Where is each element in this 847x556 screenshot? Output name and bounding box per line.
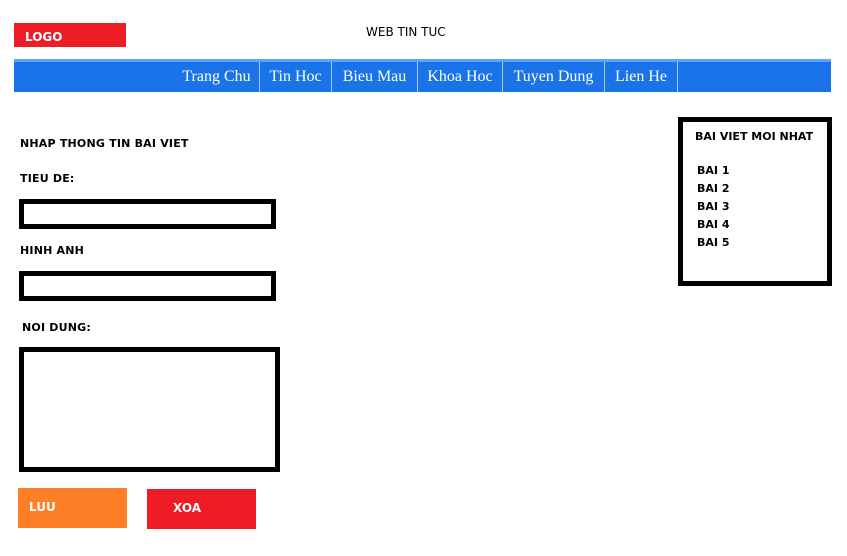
latest-posts-title: BAI VIET MOI NHAT bbox=[695, 130, 814, 143]
nav-item-khoa-hoc[interactable]: Khoa Hoc bbox=[418, 62, 503, 92]
content-textarea[interactable] bbox=[19, 347, 280, 472]
latest-posts-panel: BAI VIET MOI NHAT BAI 1 BAI 2 BAI 3 BAI … bbox=[678, 117, 832, 286]
latest-post-item[interactable]: BAI 5 bbox=[697, 234, 729, 252]
content-label: NOI DUNG: bbox=[22, 321, 91, 334]
save-button[interactable]: LUU bbox=[18, 488, 127, 528]
nav-item-lien-he[interactable]: Lien He bbox=[605, 62, 678, 92]
latest-post-item[interactable]: BAI 4 bbox=[697, 216, 729, 234]
nav-item-tin-hoc[interactable]: Tin Hoc bbox=[260, 62, 332, 92]
latest-post-item[interactable]: BAI 2 bbox=[697, 180, 729, 198]
logo[interactable]: LOGO bbox=[14, 23, 126, 47]
title-label: TIEU DE: bbox=[20, 172, 75, 185]
delete-button[interactable]: XOA bbox=[147, 489, 256, 529]
nav-item-bieu-mau[interactable]: Bieu Mau bbox=[332, 62, 418, 92]
latest-post-item[interactable]: BAI 1 bbox=[697, 162, 729, 180]
main-navigation: Trang Chu Tin Hoc Bieu Mau Khoa Hoc Tuye… bbox=[14, 59, 831, 92]
title-input[interactable] bbox=[19, 199, 276, 229]
latest-post-item[interactable]: BAI 3 bbox=[697, 198, 729, 216]
nav-item-trang-chu[interactable]: Trang Chu bbox=[174, 62, 260, 92]
image-label: HINH ANH bbox=[20, 244, 85, 257]
image-input[interactable] bbox=[19, 271, 276, 301]
latest-posts-list: BAI 1 BAI 2 BAI 3 BAI 4 BAI 5 bbox=[697, 162, 729, 252]
form-heading: NHAP THONG TIN BAI VIET bbox=[20, 137, 189, 150]
nav-item-tuyen-dung[interactable]: Tuyen Dung bbox=[503, 62, 605, 92]
site-title: WEB TIN TUC bbox=[366, 25, 446, 39]
